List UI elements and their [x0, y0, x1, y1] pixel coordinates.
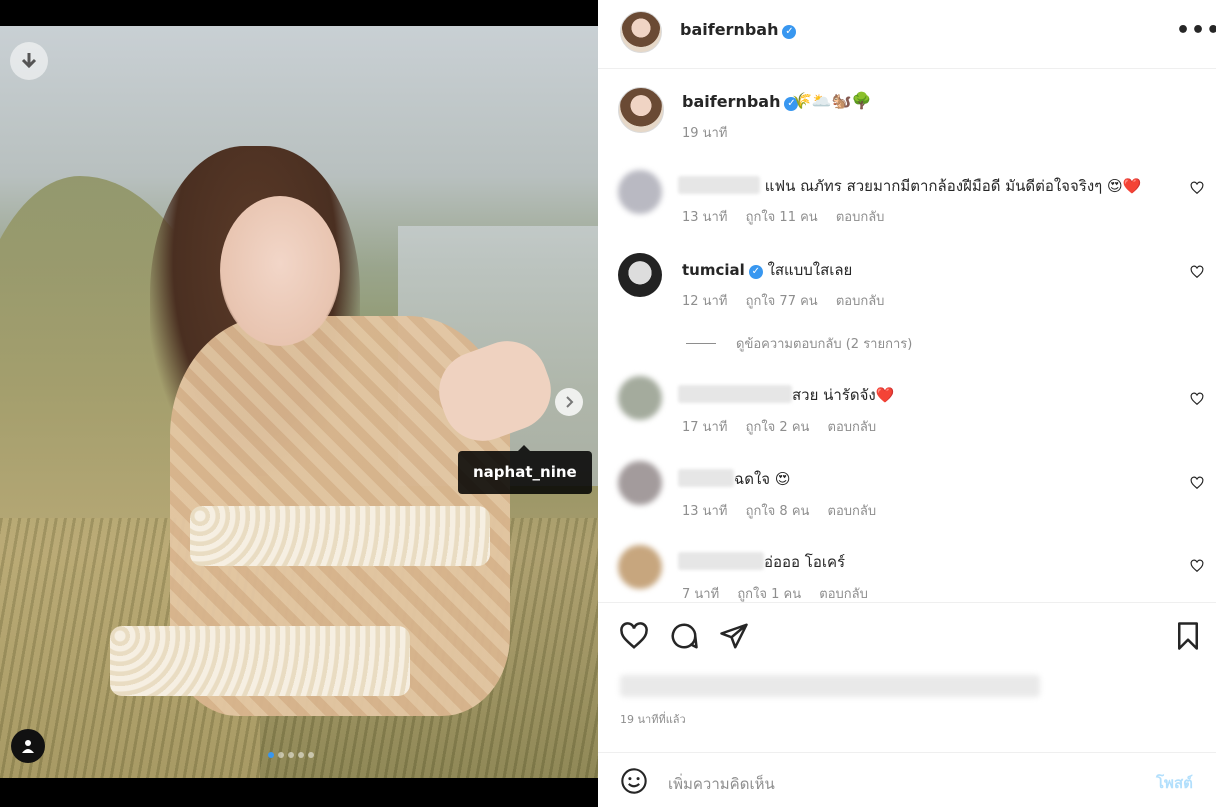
user-icon [22, 740, 34, 753]
tagged-users-button[interactable] [11, 729, 45, 763]
comment-likes[interactable]: ถูกใจ 2 คน [746, 420, 810, 435]
carousel-dot [308, 752, 314, 758]
post-media: naphat_nine [0, 0, 598, 807]
comment-meta: 13 นาที ถูกใจ 11 คน ตอบกลับ [682, 206, 898, 227]
caption-username[interactable]: baifernbah [682, 92, 780, 111]
verified-badge-icon: ✓ [782, 25, 797, 39]
comment-text: ใสแบบใสเลย [767, 261, 853, 279]
comment-avatar[interactable] [618, 461, 662, 505]
comment-text: ฉดใจ 😍 [734, 470, 791, 488]
post-photo[interactable] [0, 26, 598, 778]
comment-time: 12 นาที [682, 294, 728, 309]
comment-row: อ่อออ โอเคร์ [678, 550, 845, 574]
caption-text: 🌾🌥️🐿️🌳 [792, 91, 872, 110]
more-options-button[interactable]: ••• [1176, 18, 1216, 43]
carousel-dot [288, 752, 294, 758]
comment-row: ฉดใจ 😍 [678, 467, 790, 491]
comment-text: แฟน ณภัทร สวยมากมีตากล้องฝีมือดี มันดีต่… [764, 177, 1142, 195]
bookmark-icon[interactable] [1173, 621, 1203, 651]
carousel-dot [278, 752, 284, 758]
post-timestamp: 19 นาทีที่แล้ว [620, 713, 686, 726]
like-button-heart-icon[interactable] [619, 621, 649, 651]
chevron-right-icon [566, 396, 574, 408]
comment-time: 17 นาที [682, 420, 728, 435]
comment-meta: 12 นาที ถูกใจ 77 คน ตอบกลับ [682, 290, 898, 311]
heart-icon[interactable] [1190, 181, 1204, 195]
liked-by-text-hidden[interactable] [620, 675, 1040, 697]
heart-icon[interactable] [1190, 265, 1204, 279]
comment-text: อ่อออ โอเคร์ [764, 553, 846, 571]
carousel-dot [298, 752, 304, 758]
heart-icon[interactable] [1190, 559, 1204, 573]
reply-button[interactable]: ตอบกลับ [828, 420, 877, 435]
view-replies-button[interactable]: ดูข้อความตอบกลับ (2 รายการ) [686, 333, 912, 354]
comment-username-hidden[interactable] [678, 385, 792, 403]
comment-username-hidden[interactable] [678, 552, 764, 570]
comment-likes[interactable]: ถูกใจ 1 คน [737, 587, 801, 602]
comment-avatar[interactable] [618, 253, 662, 297]
comment-time: 7 นาที [682, 587, 720, 602]
comment-username-hidden[interactable] [678, 469, 734, 487]
verified-badge-icon: ✓ [748, 265, 763, 279]
reply-button[interactable]: ตอบกลับ [836, 294, 885, 309]
comment-username-hidden[interactable] [678, 176, 760, 194]
post-actions: 19 นาทีที่แล้ว [598, 602, 1216, 726]
comment-meta: 17 นาที ถูกใจ 2 คน ตอบกลับ [682, 416, 890, 437]
comment-time: 13 นาที [682, 504, 728, 519]
comment-avatar[interactable] [618, 376, 662, 420]
comment-row: tumcial ✓ ใสแบบใสเลย [682, 258, 852, 282]
caption-avatar[interactable] [618, 87, 664, 133]
comment-likes[interactable]: ถูกใจ 77 คน [746, 294, 818, 309]
heart-icon[interactable] [1190, 392, 1204, 406]
add-comment-bar: เพิ่มความคิดเห็น โพสต์ [598, 752, 1216, 808]
comment-text: สวย น่ารัดจัง❤️ [792, 386, 895, 404]
caption-time: 19 นาที [682, 126, 728, 141]
comment-row: สวย น่ารัดจัง❤️ [678, 383, 894, 407]
heart-icon[interactable] [1190, 476, 1204, 490]
comment-icon[interactable] [669, 621, 699, 651]
reply-button[interactable]: ตอบกลับ [819, 587, 868, 602]
comment-meta: 13 นาที ถูกใจ 8 คน ตอบกลับ [682, 500, 890, 521]
emoji-icon[interactable] [620, 767, 648, 795]
comment-avatar[interactable] [618, 170, 662, 214]
comment-time: 13 นาที [682, 210, 728, 225]
reply-button[interactable]: ตอบกลับ [828, 504, 877, 519]
comment-meta: 7 นาที ถูกใจ 1 คน ตอบกลับ [682, 583, 882, 604]
next-image-button[interactable] [555, 388, 583, 416]
post-header: baifernbah ✓ ••• [598, 0, 1216, 69]
carousel-indicator [268, 752, 314, 758]
carousel-dot [268, 752, 274, 758]
header-username[interactable]: baifernbah [680, 20, 778, 39]
comment-avatar[interactable] [618, 545, 662, 589]
download-icon [21, 53, 37, 69]
share-icon[interactable] [719, 621, 749, 651]
comment-username[interactable]: tumcial [682, 261, 745, 279]
comment-likes[interactable]: ถูกใจ 11 คน [746, 210, 818, 225]
post-comment-button[interactable]: โพสต์ [1156, 771, 1193, 795]
post-side-panel: baifernbah ✓ ••• baifernbah ✓ 🌾🌥️🐿️🌳 19 นา… [598, 0, 1216, 807]
comment-likes[interactable]: ถูกใจ 8 คน [746, 504, 810, 519]
download-button[interactable] [10, 42, 48, 80]
comment-row: แฟน ณภัทร สวยมากมีตากล้องฝีมือดี มันดีต่… [678, 174, 1141, 198]
user-tag-label[interactable]: naphat_nine [458, 445, 592, 494]
reply-button[interactable]: ตอบกลับ [836, 210, 885, 225]
add-comment-input[interactable]: เพิ่มความคิดเห็น [668, 772, 775, 796]
avatar[interactable] [620, 11, 662, 53]
